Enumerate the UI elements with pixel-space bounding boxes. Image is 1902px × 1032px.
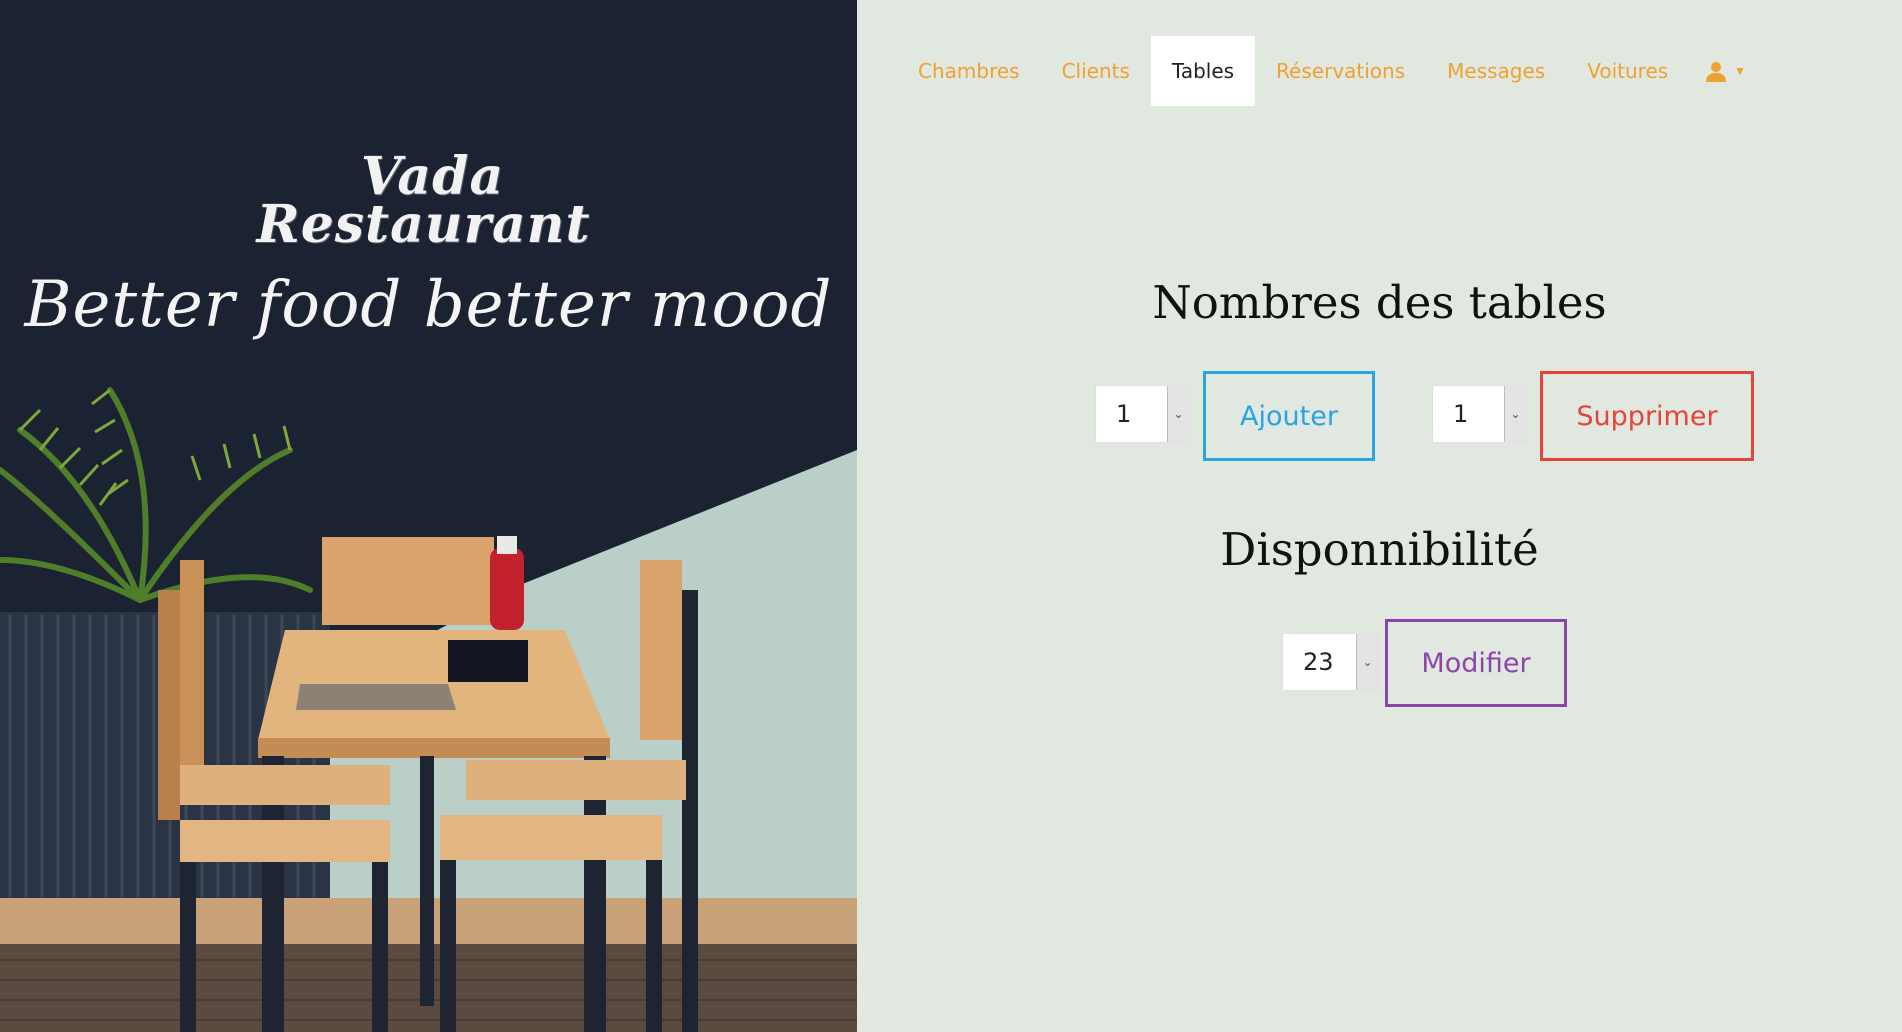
- add-tables-button[interactable]: Ajouter: [1203, 371, 1375, 461]
- availability-value: 23: [1303, 648, 1334, 676]
- hero-panel: Vada Restaurant Better food better mood: [0, 0, 857, 1032]
- chevron-down-icon: ⌄: [1504, 386, 1526, 442]
- user-icon: [1706, 62, 1727, 82]
- nav-item-messages[interactable]: Messages: [1426, 36, 1566, 106]
- remove-tables-button[interactable]: Supprimer: [1540, 371, 1754, 461]
- nav-item-tables[interactable]: Tables: [1150, 36, 1256, 106]
- nav-item-clients[interactable]: Clients: [1041, 36, 1151, 106]
- nav-item-reservations[interactable]: Réservations: [1255, 36, 1426, 106]
- remove-count-value: 1: [1453, 400, 1469, 428]
- user-menu-toggle[interactable]: ▼: [1689, 36, 1760, 106]
- nav-item-voitures[interactable]: Voitures: [1566, 36, 1689, 106]
- chevron-down-icon: ⌄: [1356, 634, 1378, 690]
- remove-count-select[interactable]: 1 ⌄: [1432, 385, 1527, 443]
- caret-down-icon: ▼: [1734, 64, 1747, 78]
- nav-item-chambres[interactable]: Chambres: [897, 36, 1041, 106]
- main-nav: Chambres Clients Tables Réservations Mes…: [897, 36, 1760, 106]
- availability-title: Disponnibilité: [1220, 523, 1539, 576]
- add-count-value: 1: [1116, 400, 1132, 428]
- tagline: Better food better mood: [24, 268, 833, 342]
- modify-availability-button[interactable]: Modifier: [1385, 619, 1567, 707]
- chevron-down-icon: ⌄: [1167, 386, 1189, 442]
- availability-select[interactable]: 23 ⌄: [1282, 633, 1379, 691]
- brand-name-line-2: Restaurant: [256, 194, 591, 255]
- tables-count-title: Nombres des tables: [1152, 276, 1607, 329]
- add-count-select[interactable]: 1 ⌄: [1095, 385, 1190, 443]
